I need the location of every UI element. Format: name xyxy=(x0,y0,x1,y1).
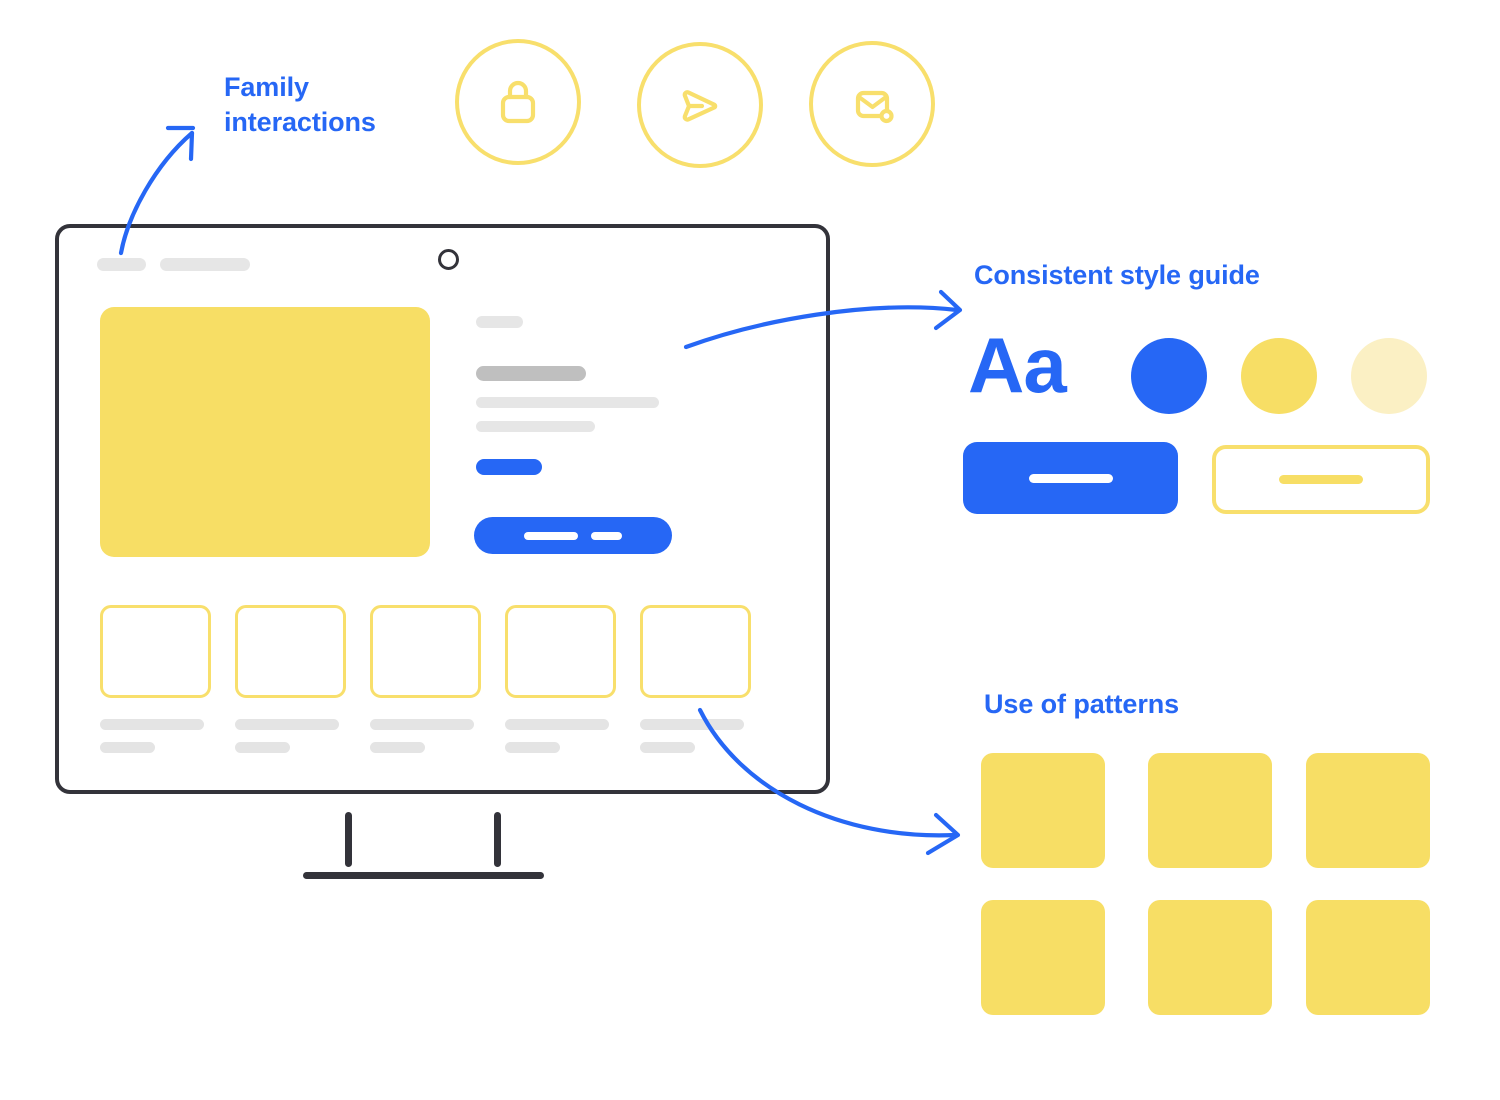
card-caption-short-2 xyxy=(235,742,290,753)
card-caption-long-4 xyxy=(505,719,609,730)
mail-icon-circle[interactable] xyxy=(809,41,935,167)
monitor-stand-leg-left xyxy=(345,812,352,867)
card-caption-long-1 xyxy=(100,719,204,730)
card-outline-2[interactable] xyxy=(235,605,346,698)
card-outline-1[interactable] xyxy=(100,605,211,698)
cta-button[interactable] xyxy=(474,517,672,554)
typography-sample: Aa xyxy=(968,321,1067,409)
heading-text-placeholder xyxy=(476,366,586,381)
primary-button-sample[interactable] xyxy=(963,442,1178,514)
card-caption-long-5 xyxy=(640,719,744,730)
color-swatch-pale-yellow[interactable] xyxy=(1351,338,1427,414)
annotation-label-consistent-style-guide: Consistent style guide xyxy=(974,260,1260,290)
lock-icon xyxy=(500,80,536,124)
card-caption-short-1 xyxy=(100,742,155,753)
cta-label-bar-wide xyxy=(524,531,578,540)
card-caption-short-3 xyxy=(370,742,425,753)
card-outline-4[interactable] xyxy=(505,605,616,698)
annotation-label-use-of-patterns: Use of patterns xyxy=(984,689,1180,719)
card-outline-5[interactable] xyxy=(640,605,751,698)
pattern-tile-5[interactable] xyxy=(1148,900,1272,1015)
link-placeholder[interactable] xyxy=(476,459,542,475)
card-caption-long-2 xyxy=(235,719,339,730)
card-caption-short-5 xyxy=(640,742,695,753)
card-outline-3[interactable] xyxy=(370,605,481,698)
body-text-placeholder-1 xyxy=(476,397,659,408)
pattern-tile-6[interactable] xyxy=(1306,900,1430,1015)
mail-icon xyxy=(855,90,894,124)
browser-chrome-pill-2 xyxy=(160,258,250,271)
annotation-label-family-interactions: Family interactions xyxy=(224,72,376,137)
primary-button-label-bar xyxy=(1028,473,1113,483)
send-icon xyxy=(682,90,718,122)
secondary-button-sample[interactable] xyxy=(1212,445,1430,514)
cta-label-bar-short xyxy=(591,531,622,540)
body-text-placeholder-2 xyxy=(476,421,595,432)
color-swatch-blue[interactable] xyxy=(1131,338,1207,414)
illustration-canvas: Family interactions Consistent style gui… xyxy=(0,0,1500,1100)
card-caption-long-3 xyxy=(370,719,474,730)
webcam-dot-icon xyxy=(438,249,459,270)
hero-image-placeholder xyxy=(100,307,430,557)
pattern-tile-3[interactable] xyxy=(1306,753,1430,868)
monitor-stand-leg-right xyxy=(494,812,501,867)
pattern-tile-4[interactable] xyxy=(981,900,1105,1015)
pattern-tile-2[interactable] xyxy=(1148,753,1272,868)
card-caption-short-4 xyxy=(505,742,560,753)
color-swatch-yellow[interactable] xyxy=(1241,338,1317,414)
browser-chrome-pill-1 xyxy=(97,258,146,271)
monitor-stand-base xyxy=(303,872,544,879)
secondary-button-label-bar xyxy=(1279,475,1363,484)
pattern-tile-1[interactable] xyxy=(981,753,1105,868)
eyebrow-text-placeholder xyxy=(476,316,523,328)
lock-icon-circle[interactable] xyxy=(455,39,581,165)
send-icon-circle[interactable] xyxy=(637,42,763,168)
